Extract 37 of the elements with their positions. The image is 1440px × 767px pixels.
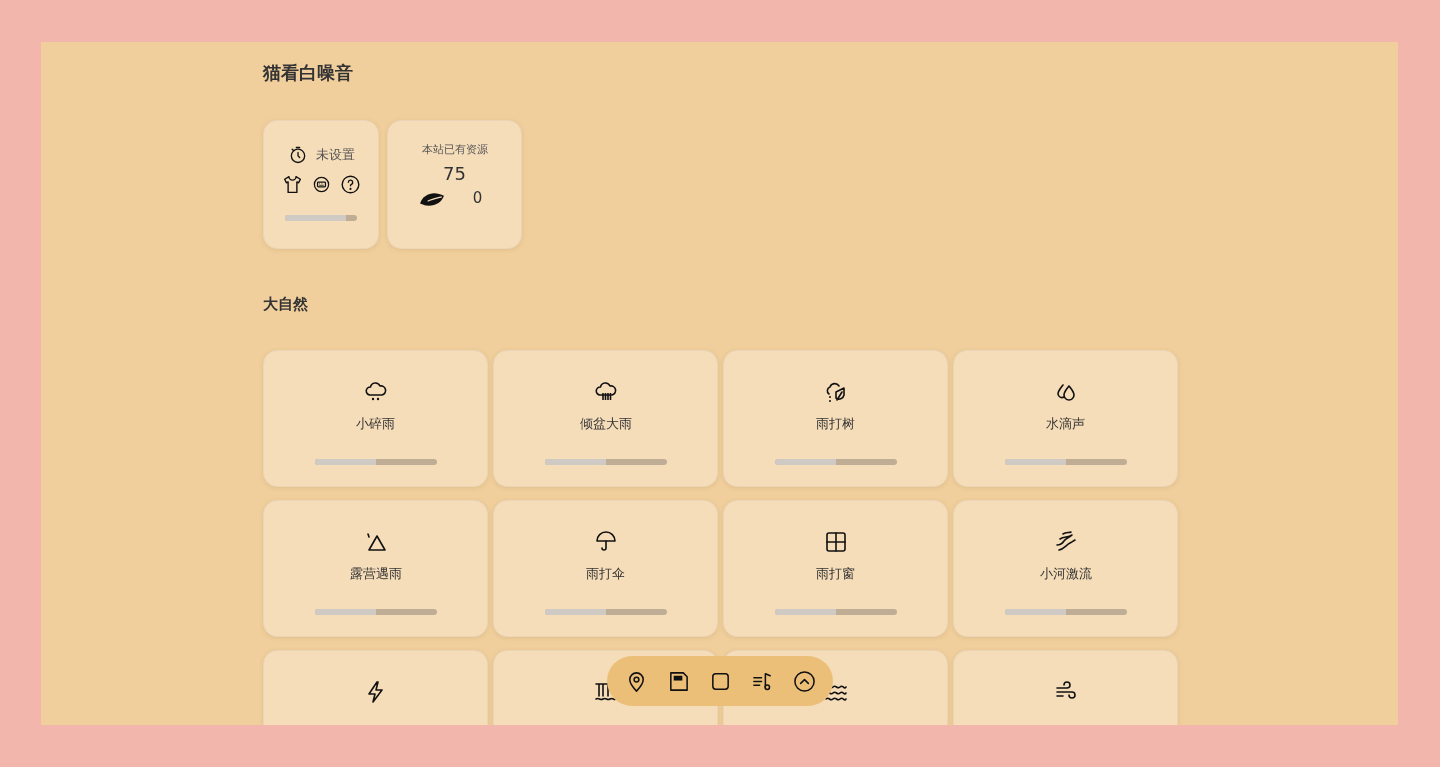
sound-name: 露营遇雨 — [349, 564, 402, 583]
sound-card[interactable]: 小河激流 — [953, 499, 1178, 637]
sound-name: 小河激流 — [1039, 564, 1092, 583]
section-heading: 大自然 — [263, 294, 309, 313]
scroll-up-button[interactable] — [792, 669, 816, 693]
wave-lines-icon — [1053, 529, 1078, 554]
sound-card[interactable]: 雨打窗 — [723, 499, 948, 637]
sound-name: 雨打树 — [816, 414, 855, 433]
sound-name: 雨打窗 — [816, 564, 855, 583]
resource-title: 本站已有资源 — [421, 141, 488, 158]
timer-status: 未设置 — [315, 145, 355, 164]
volume-slider[interactable] — [774, 458, 897, 465]
volume-slider[interactable] — [544, 458, 667, 465]
volume-slider[interactable] — [1004, 458, 1127, 465]
sound-name: 小碎雨 — [356, 414, 395, 433]
shirt-icon[interactable] — [281, 173, 303, 195]
volume-slider[interactable] — [314, 458, 437, 465]
help-icon[interactable] — [339, 173, 361, 195]
window-icon — [823, 529, 848, 554]
resource-count: 75 — [443, 163, 466, 185]
sound-name: 水滴声 — [1046, 414, 1085, 433]
favorite-count: 0 — [472, 188, 483, 207]
app-title: 猫看白噪音 — [263, 61, 354, 84]
sound-card[interactable]: 雨打伞 — [493, 499, 718, 637]
volume-slider[interactable] — [314, 608, 437, 615]
volume-slider[interactable] — [1004, 608, 1127, 615]
sound-card[interactable]: 倾盆大雨 — [493, 349, 718, 487]
sound-name: 雨打伞 — [586, 564, 625, 583]
umbrella-icon — [593, 529, 618, 554]
sound-card[interactable]: 雨打树 — [723, 349, 948, 487]
sound-card[interactable]: 露营遇雨 — [263, 499, 488, 637]
sound-card[interactable]: 水滴声 — [953, 349, 1178, 487]
volume-slider[interactable] — [544, 608, 667, 615]
sound-name: 倾盆大雨 — [579, 414, 632, 433]
volume-slider[interactable] — [774, 608, 897, 615]
sound-card[interactable]: 小碎雨 — [263, 349, 488, 487]
scroll-up-icon — [792, 669, 816, 693]
